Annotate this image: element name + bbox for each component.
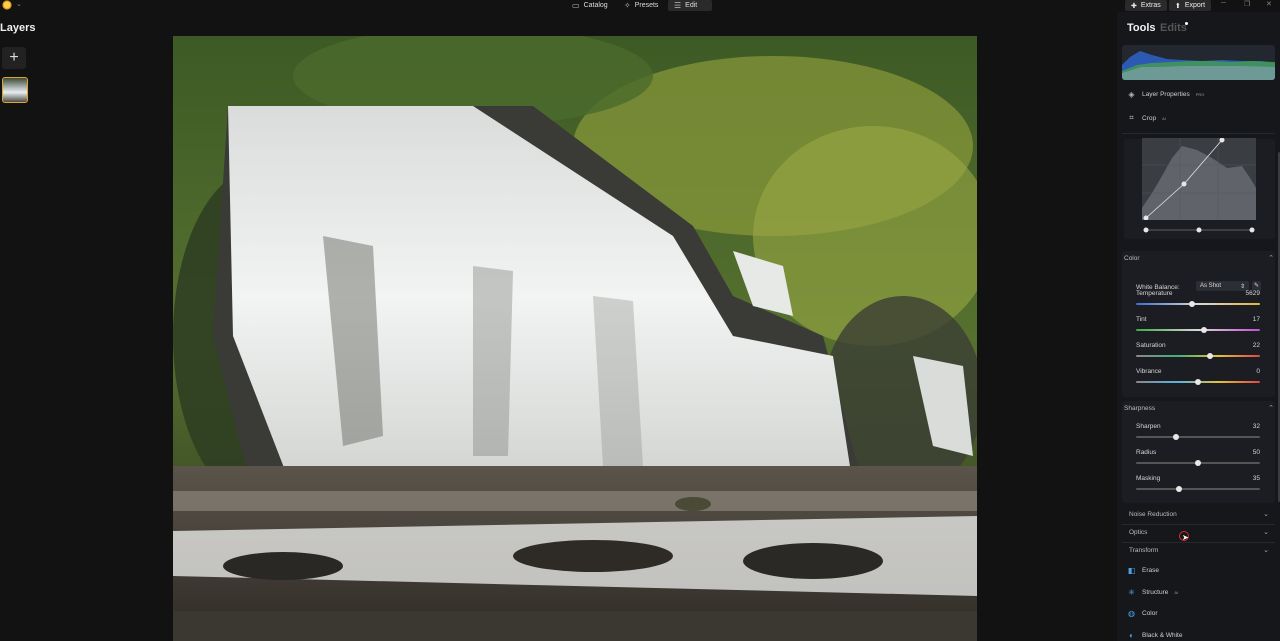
sharpen-slider[interactable] [1136,434,1260,440]
mouse-cursor-icon: ➤ [1182,533,1189,542]
optics-title: Optics [1129,529,1148,536]
updown-icon: ⇕ [1239,283,1245,290]
slider-knob[interactable] [1195,379,1201,385]
structure-icon: ✳ [1128,588,1135,597]
bw-icon: ◐ [1129,631,1134,640]
tool-layer-properties[interactable]: ◈ Layer Properties PRO [1127,90,1204,99]
export-button[interactable]: ⬆ Export [1169,0,1212,11]
chevron-up-icon[interactable]: ⌃ [1268,404,1274,412]
saturation-value[interactable]: 22 [1253,342,1260,349]
tool-label: Black & White [1142,632,1183,639]
folder-icon: ▭ [572,1,580,10]
tab-catalog[interactable]: ▭ Catalog [566,0,614,11]
chevron-down-icon[interactable]: ⌄ [16,0,22,8]
crop-icon: ⌗ [1129,113,1134,122]
color-section-title[interactable]: Color [1124,255,1140,262]
temperature-label: Temperature [1136,290,1173,297]
radius-slider[interactable] [1136,460,1260,466]
tools-panel: Tools Edits ◈ Layer Properties PRO ⌗ Cro… [1117,12,1280,641]
chevron-up-icon[interactable]: ⌃ [1268,254,1274,262]
layer-thumbnail[interactable] [2,77,28,103]
export-icon: ⬆ [1175,2,1181,10]
chevron-down-icon: ⌄ [1263,529,1269,536]
tool-label: Layer Properties [1142,91,1190,98]
palette-icon: ◍ [1128,609,1135,618]
close-icon[interactable]: ✕ [1266,0,1272,8]
saturation-slider[interactable] [1136,353,1260,359]
divider [1122,133,1275,134]
color-section [1122,251,1275,397]
app-logo-icon[interactable] [2,0,12,10]
tool-label: Erase [1142,567,1159,574]
tint-value[interactable]: 17 [1253,316,1260,323]
vibrance-value[interactable]: 0 [1256,368,1260,375]
restore-icon[interactable]: ❐ [1244,0,1250,8]
add-layer-button[interactable]: + [2,47,26,69]
noise-reduction-title: Noise Reduction [1129,511,1177,518]
tab-catalog-label: Catalog [583,2,608,9]
extras-button[interactable]: ✚ Extras [1125,0,1167,11]
sharpness-section-title[interactable]: Sharpness [1124,405,1155,412]
tab-presets-label: Presets [634,2,659,9]
white-balance-select[interactable]: As Shot ⇕ [1196,281,1249,291]
ai-badge: AI [1162,115,1166,121]
tab-edit[interactable]: ☰ Edit [668,0,712,11]
tint-label: Tint [1136,316,1147,323]
pro-badge: PRO [1195,92,1205,97]
optics-section[interactable]: Optics ⌄ [1122,525,1275,541]
slider-knob[interactable] [1172,434,1179,440]
eraser-icon: ◧ [1127,566,1136,575]
tool-crop[interactable]: ⌗ Crop AI [1127,113,1166,123]
tool-label: Color [1142,610,1158,617]
transform-section[interactable]: Transform ⌄ [1122,543,1275,559]
saturation-label: Saturation [1136,342,1166,349]
waterfall-photo [173,36,977,641]
vibrance-label: Vibrance [1136,368,1162,375]
sparkle-icon: ✧ [624,1,631,10]
chevron-down-icon: ⌄ [1263,511,1269,518]
curve-point[interactable] [1181,181,1187,187]
slider-knob[interactable] [1195,460,1201,466]
photo-canvas[interactable] [173,36,977,641]
white-balance-value: As Shot [1200,283,1222,289]
top-bar: ⌄ ▭ Catalog ✧ Presets ☰ Edit ✚ Extras ⬆ … [0,0,1280,12]
masking-label: Masking [1136,475,1161,482]
ai-badge: AI [1174,590,1179,595]
minimize-icon[interactable]: ─ [1221,0,1226,7]
edits-indicator-dot [1185,22,1188,25]
layers-icon: ◈ [1128,90,1135,99]
export-button-label: Export [1184,2,1206,9]
tool-black-white[interactable]: ◐ Black & White [1127,631,1182,640]
tool-label: Crop [1142,114,1157,122]
histogram [1122,45,1275,80]
tool-color[interactable]: ◍ Color [1127,609,1158,618]
sharpen-label: Sharpen [1136,423,1161,430]
layers-title: Layers [0,22,36,34]
sliders-icon: ☰ [674,1,682,10]
tint-slider[interactable] [1136,327,1260,333]
chevron-down-icon: ⌄ [1263,547,1269,554]
radius-label: Radius [1136,449,1157,456]
noise-reduction-section[interactable]: Noise Reduction ⌄ [1122,507,1275,523]
vibrance-slider[interactable] [1136,379,1260,385]
tab-tools[interactable]: Tools [1127,22,1156,34]
tool-label: Structure [1142,589,1169,596]
curve-range-slider[interactable] [1142,226,1256,234]
transform-title: Transform [1129,547,1159,554]
tone-curve-graph[interactable] [1142,138,1256,220]
tab-presets[interactable]: ✧ Presets [618,0,664,11]
sharpen-value[interactable]: 32 [1253,423,1260,430]
temperature-slider[interactable] [1136,301,1260,307]
radius-value[interactable]: 50 [1253,449,1260,456]
plus-icon: ✚ [1131,2,1137,10]
extras-button-label: Extras [1140,2,1161,9]
temperature-value[interactable]: 5629 [1246,290,1260,297]
tab-edit-label: Edit [685,2,698,9]
tool-structure[interactable]: ✳ Structure AI [1127,588,1178,597]
masking-value[interactable]: 35 [1253,475,1260,482]
slider-knob[interactable] [1188,301,1195,307]
tab-edits[interactable]: Edits [1160,22,1187,34]
tool-erase[interactable]: ◧ Erase [1127,566,1159,575]
masking-slider[interactable] [1136,486,1260,492]
